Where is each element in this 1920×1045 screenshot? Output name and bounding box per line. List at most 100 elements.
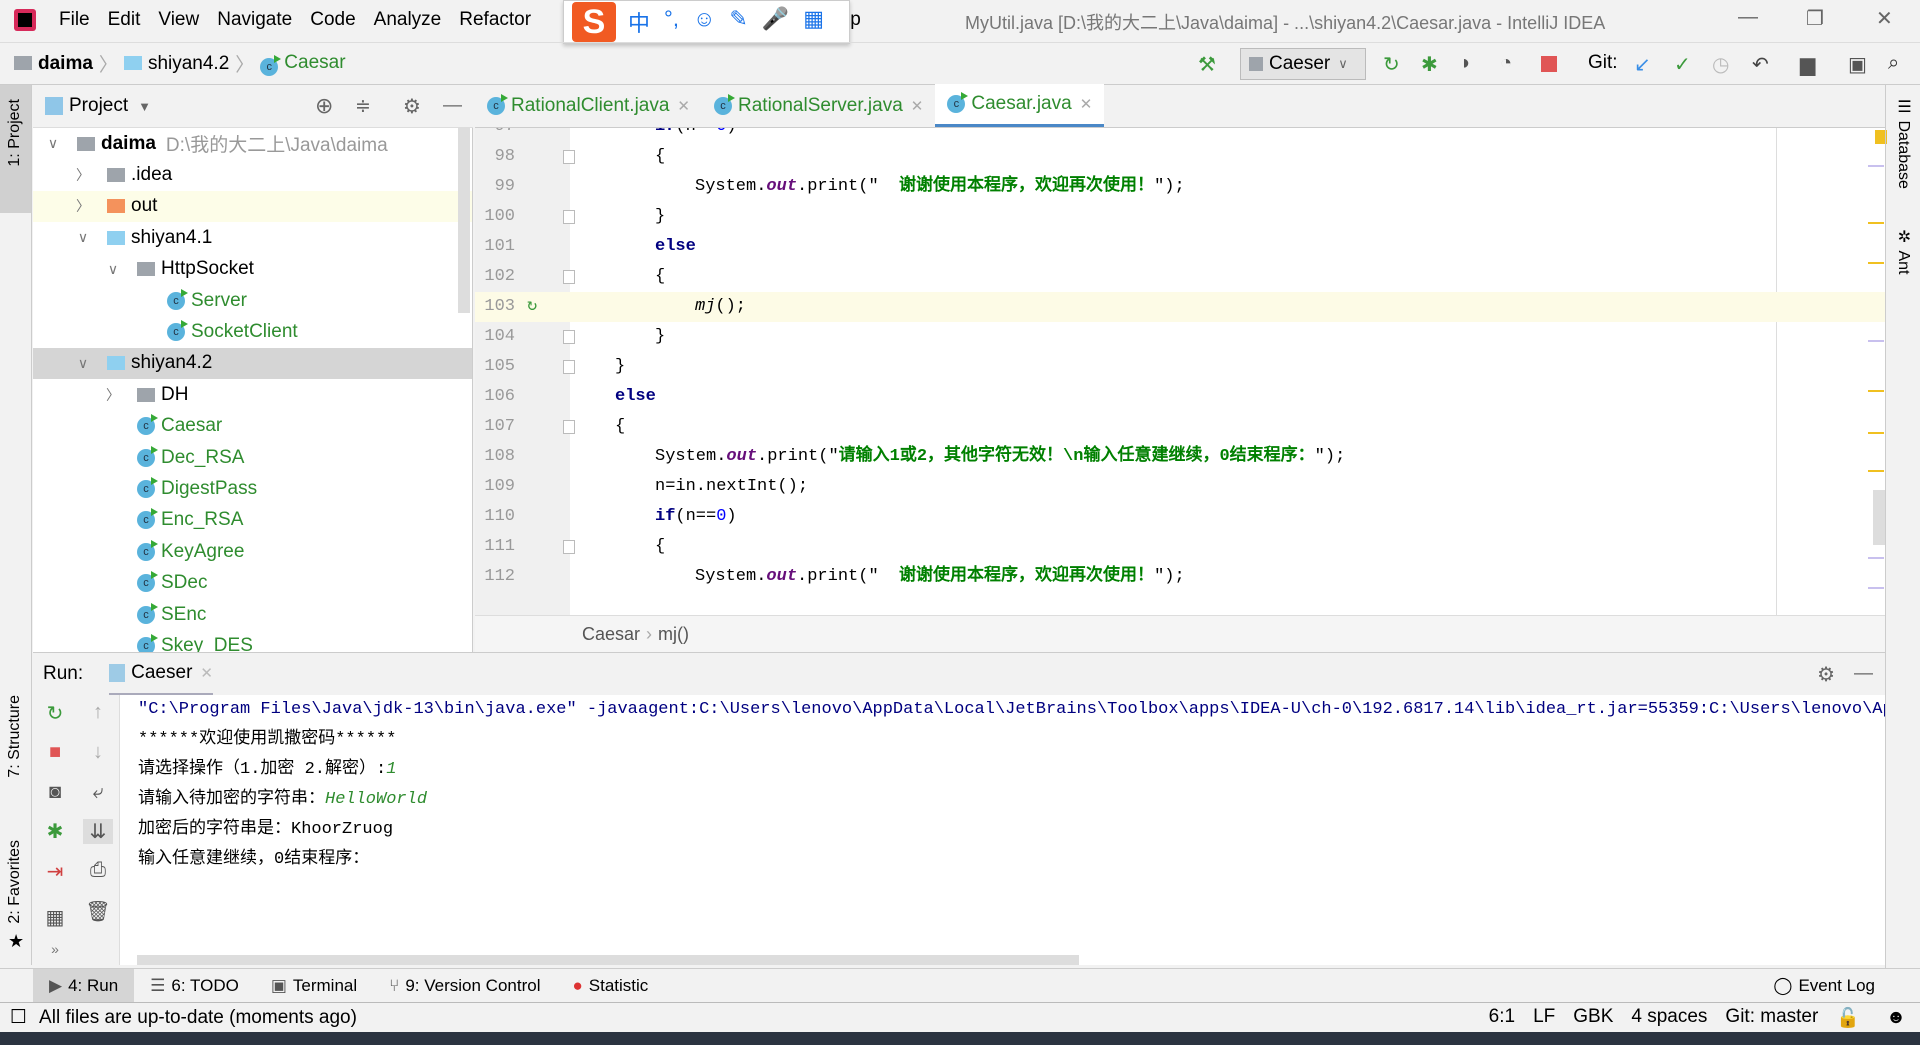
chevron-down-icon[interactable]: ∨ [75,355,91,372]
tree-item[interactable]: c Enc_RSA [33,505,472,536]
tree-item[interactable]: c Skey_DES [33,630,472,652]
project-structure-icon[interactable]: ▆ [1800,52,1815,77]
import-icon[interactable]: ⇥ [40,859,70,884]
ime-item[interactable]: °, [664,6,679,38]
gear-icon[interactable]: ⚙ [403,94,421,119]
sogou-logo-icon[interactable]: S [572,2,616,42]
nav-crumb-shiyan[interactable]: shiyan4.2 [123,53,229,75]
up-arrow-icon[interactable]: ↑ [83,701,113,724]
revert-icon[interactable]: ↶ [1752,52,1769,77]
menu-analyze[interactable]: Analyze [365,9,451,31]
hide-panel-icon[interactable]: — [1854,663,1873,685]
editor-tab[interactable]: c RationalServer.java ✕ [702,84,935,127]
indent-setting[interactable]: 4 spaces [1631,1006,1707,1030]
tree-item[interactable]: ∨ shiyan4.2 [33,347,472,380]
ime-item[interactable]: ▦ [803,6,824,38]
soft-wrap-icon[interactable]: ⤶ [83,781,113,804]
bottom-tab[interactable]: ▶ 4: Run [33,968,135,1003]
tree-item[interactable]: 〉 DH [33,379,472,410]
chevron-down-icon[interactable]: ∨ [75,229,91,246]
debug-bug-icon[interactable]: ✱ [1421,52,1438,77]
tree-item[interactable]: c SEnc [33,599,472,630]
console-output[interactable]: "C:\Program Files\Java\jdk-13\bin\java.e… [120,695,1885,965]
file-encoding[interactable]: GBK [1573,1006,1613,1030]
menu-code[interactable]: Code [301,9,364,31]
trash-icon[interactable]: 🗑 [83,899,113,924]
editor-tab[interactable]: c RationalClient.java ✕ [475,84,702,127]
fold-marker-icon[interactable] [563,330,575,344]
console-horizontal-scrollbar[interactable] [137,955,1079,965]
stop-icon[interactable]: ■ [40,741,70,764]
fold-marker-icon[interactable] [563,270,575,284]
restore-button[interactable]: ❐ [1806,6,1824,31]
close-tab-icon[interactable]: ✕ [1080,95,1093,113]
tree-item[interactable]: c Server [33,285,472,316]
debug-icon[interactable]: ✱ [40,819,70,844]
git-update-icon[interactable]: ↙ [1634,52,1651,77]
scroll-to-end-icon[interactable]: ⇊ [83,819,113,844]
ime-item[interactable]: ☺ [693,6,715,38]
menu-navigate[interactable]: Navigate [208,9,301,31]
ant-tool-tab[interactable]: ✲ Ant [1894,227,1913,274]
tree-item[interactable]: 〉 out [33,190,472,223]
chevron-down-icon[interactable]: ∨ [105,261,121,278]
collapse-all-icon[interactable]: ≑ [355,95,371,118]
tree-item[interactable]: c DigestPass [33,473,472,504]
ime-item[interactable]: 中 [628,6,650,38]
ime-item[interactable]: ✎ [729,6,747,38]
tree-item[interactable]: c SocketClient [33,316,472,347]
stop-icon[interactable] [1541,56,1557,72]
build-hammer-icon[interactable]: ⚒ [1198,52,1216,77]
locate-icon[interactable]: ⊕ [315,93,333,119]
nav-crumb-caesar[interactable]: c Caesar [260,52,346,76]
tree-item[interactable]: c SDec [33,567,472,598]
bottom-tab[interactable]: ☰ 6: TODO [134,969,255,1003]
print-icon[interactable]: ⎙ [83,859,113,882]
more-icon[interactable]: » [40,941,70,957]
close-window-button[interactable]: ✕ [1876,6,1893,31]
menu-file[interactable]: File [50,9,99,31]
close-tab-icon[interactable]: ✕ [200,664,213,682]
bottom-tab[interactable]: ▣ Terminal [255,969,373,1003]
error-stripe-mark[interactable] [1868,340,1884,342]
menu-view[interactable]: View [149,9,208,31]
rerun-icon[interactable]: ↻ [40,701,70,726]
fold-marker-icon[interactable] [563,540,575,554]
tree-item[interactable]: c Dec_RSA [33,442,472,473]
tree-item[interactable]: ∨ daima D:\我的大二上\Java\daima [33,128,472,159]
editor-tab[interactable]: c Caesar.java ✕ [935,84,1105,127]
hide-panel-icon[interactable]: — [443,95,462,117]
run-config-dropdown[interactable]: Caeser ∨ [1240,48,1366,80]
caret-position[interactable]: 6:1 [1489,1006,1515,1030]
database-tool-tab[interactable]: ☰ Database [1894,97,1913,189]
chevron-right-icon[interactable]: 〉 [105,385,121,405]
tree-item[interactable]: ∨ HttpSocket [33,254,472,285]
fold-marker-icon[interactable] [563,210,575,224]
fold-marker-icon[interactable] [563,150,575,164]
layout-icon[interactable]: ▦ [40,905,70,930]
fold-marker-icon[interactable] [563,420,575,434]
tree-item[interactable]: c Caesar [33,411,472,442]
chevron-down-icon[interactable]: ∨ [45,135,61,152]
error-stripe-mark[interactable] [1868,587,1884,589]
bottom-tab[interactable]: ● Statistic [556,969,664,1003]
run-tab-caeser[interactable]: Caeser ✕ [109,653,213,696]
fold-marker-icon[interactable] [563,360,575,374]
git-commit-icon[interactable]: ✓ [1674,52,1691,77]
tree-item[interactable]: c KeyAgree [33,536,472,567]
error-stripe-mark[interactable] [1868,557,1884,559]
project-tool-tab[interactable]: 1: Project [6,99,24,167]
camera-icon[interactable]: ◙ [40,781,70,804]
error-stripe-mark[interactable] [1868,165,1884,167]
chevron-right-icon[interactable]: 〉 [75,165,91,185]
error-stripe-mark[interactable] [1868,390,1884,392]
error-stripe-mark[interactable] [1868,432,1884,434]
terminal-window-icon[interactable]: ▣ [1848,52,1867,77]
bottom-tab[interactable]: ⑂ 9: Version Control [373,969,556,1003]
close-tab-icon[interactable]: ✕ [911,97,924,115]
error-stripe-mark[interactable] [1868,262,1884,264]
inspector-icon[interactable]: ☻ [1886,1007,1906,1029]
git-branch[interactable]: Git: master [1725,1006,1818,1030]
nav-crumb-daima[interactable]: daima [14,53,93,75]
ime-item[interactable]: 🎤 [762,6,789,38]
